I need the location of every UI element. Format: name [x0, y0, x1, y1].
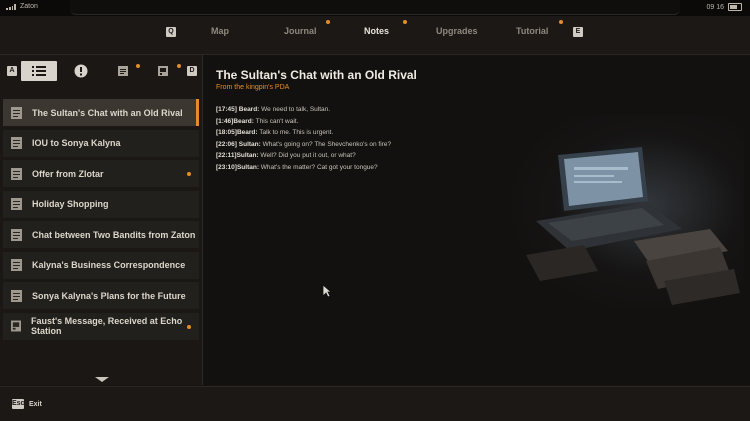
note-unread-dot [187, 172, 191, 176]
note-item[interactable]: Chat between Two Bandits from Zaton [3, 221, 199, 248]
note-unread-dot [187, 324, 191, 329]
note-item[interactable]: Sonya Kalyna's Plans for the Future [3, 282, 199, 309]
tab-map[interactable]: Map [211, 26, 229, 36]
note-document-icon [11, 198, 22, 210]
alert-icon [74, 64, 88, 78]
list-icon [32, 66, 46, 76]
note-item[interactable]: Holiday Shopping [3, 190, 199, 218]
message-text: What's the matter? Cat got your tongue? [258, 163, 378, 171]
battery-icon [728, 3, 742, 11]
note-title: Chat between Two Bandits from Zaton [32, 229, 196, 240]
message-line: [22:06] Sultan: What's going on? The She… [216, 139, 391, 151]
note-title: IOU to Sonya Kalyna [32, 138, 121, 148]
message-text: Talk to me. This is urgent. [257, 129, 334, 137]
note-title: The Sultan's Chat with an Old Rival [32, 107, 183, 118]
message-stamp: [23:10]Sultan: [216, 163, 259, 171]
message-text: This can't wait. [253, 117, 299, 125]
filter-important[interactable] [63, 61, 99, 81]
note-title: Sonya Kalyna's Plans for the Future [32, 290, 186, 301]
note-document-icon [11, 228, 22, 241]
filter-documents-unread-dot [136, 64, 140, 68]
next-tab-key[interactable]: E [573, 27, 583, 37]
note-item[interactable]: Faust's Message, Received at Echo Statio… [3, 312, 199, 340]
notes-list-panel: A D The Sultan's Chat with an Old Rival … [0, 55, 203, 385]
esc-key: Esc [12, 399, 25, 409]
note-detail-title: The Sultan's Chat with an Old Rival [216, 68, 417, 82]
note-document-icon [11, 259, 22, 271]
note-item[interactable]: The Sultan's Chat with an Old Rival [3, 99, 199, 126]
message-log: [17:45] Beard: We need to talk, Sultan. … [216, 104, 391, 174]
note-pda-icon [11, 320, 22, 332]
message-text: What's going on? The Shevchenko's on fir… [260, 140, 392, 148]
signal-icon [6, 3, 16, 10]
note-filter-tabs: A D [0, 55, 202, 87]
note-title: Faust's Message, Received at Echo Statio… [31, 316, 183, 336]
notes-list: The Sultan's Chat with an Old Rival IOU … [3, 99, 199, 343]
document-icon [118, 66, 128, 76]
note-document-icon [11, 137, 22, 149]
tab-journal-unread-dot [326, 20, 330, 24]
note-item[interactable]: IOU to Sonya Kalyna [3, 129, 199, 157]
prev-filter-key[interactable]: A [7, 66, 17, 76]
tab-notes[interactable]: Notes [364, 26, 389, 36]
status-left: Zaton [6, 3, 38, 10]
note-detail-panel: The Sultan's Chat with an Old Rival From… [204, 55, 750, 385]
note-document-icon [11, 106, 22, 119]
status-bar-notch [70, 0, 680, 15]
message-line: [17:45] Beard: We need to talk, Sultan. [216, 104, 391, 116]
note-document-icon [11, 289, 22, 302]
note-item[interactable]: Offer from Zlotar [3, 160, 199, 187]
note-item[interactable]: Kalyna's Business Correspondence [3, 251, 199, 279]
exit-button[interactable]: Esc Exit [12, 399, 42, 409]
filter-messages[interactable] [145, 61, 181, 81]
note-detail-source: From the kingpin's PDA [216, 84, 290, 91]
note-title: Kalyna's Business Correspondence [32, 260, 186, 270]
scroll-down-icon[interactable] [95, 377, 109, 382]
exit-label: Exit [29, 400, 42, 408]
note-title: Offer from Zlotar [32, 168, 104, 179]
pda-icon [158, 66, 168, 76]
message-stamp: [22:11]Sultan: [216, 152, 259, 160]
filter-messages-unread-dot [177, 64, 181, 68]
laptop-illustration [526, 147, 740, 305]
device-status-bar: Zaton 09 16 [0, 0, 750, 16]
status-right: 09 16 [706, 3, 742, 11]
message-text: Well? Did you put it out, or what? [258, 152, 356, 160]
message-stamp: [17:45] Beard: [216, 106, 260, 113]
prev-tab-key[interactable]: Q [166, 27, 176, 37]
filter-all-notes[interactable] [21, 61, 57, 81]
mouse-cursor-icon [322, 284, 332, 298]
message-line: [22:11]Sultan: Well? Did you put it out,… [216, 150, 391, 162]
message-stamp: [18:05]Beard: [216, 129, 258, 137]
next-filter-key[interactable]: D [187, 66, 197, 76]
bottom-hint-bar: Esc Exit [0, 386, 750, 421]
note-title: Holiday Shopping [32, 199, 109, 209]
message-line: [23:10]Sultan: What's the matter? Cat go… [216, 162, 391, 174]
tab-upgrades[interactable]: Upgrades [436, 26, 478, 36]
message-line: [18:05]Beard: Talk to me. This is urgent… [216, 127, 391, 139]
message-stamp: [1:46]Beard: [216, 117, 254, 125]
clock: 09 16 [706, 3, 724, 11]
main-tab-bar: Q Map Journal Notes Upgrades Tutorial E [0, 16, 750, 55]
tab-journal[interactable]: Journal [284, 26, 317, 36]
tab-tutorial[interactable]: Tutorial [516, 26, 548, 36]
message-line: [1:46]Beard: This can't wait. [216, 116, 391, 128]
tab-notes-unread-dot [403, 20, 407, 24]
message-text: We need to talk, Sultan. [259, 106, 331, 113]
message-stamp: [22:06] Sultan: [216, 140, 261, 148]
note-document-icon [11, 167, 22, 180]
tab-tutorial-unread-dot [559, 20, 563, 24]
carrier-name: Zaton [20, 3, 38, 10]
selection-indicator [196, 99, 199, 126]
